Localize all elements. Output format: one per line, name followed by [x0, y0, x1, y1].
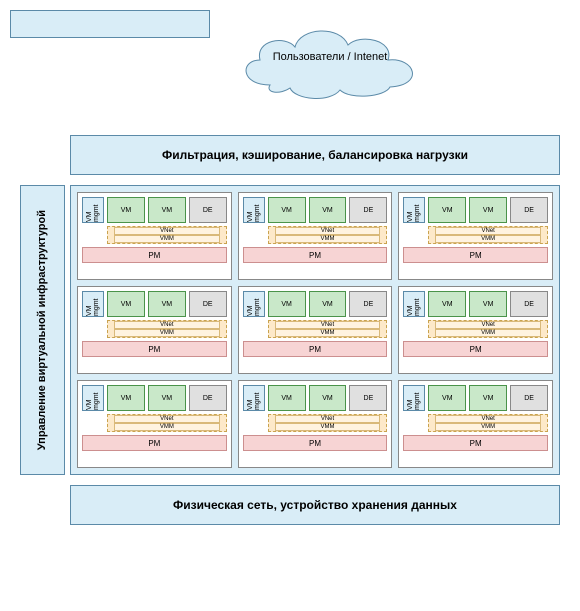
vnet-vmm: VNet VMM: [107, 320, 227, 338]
vnet-vmm: VNet VMM: [268, 414, 388, 432]
vm-box: VM: [268, 385, 306, 411]
vm-box: VM: [107, 291, 145, 317]
pm-box: VM mgmt VM VM DE VNet VMM PM: [238, 192, 393, 280]
vm-box: VM: [428, 385, 466, 411]
vnet-vmm: VNet VMM: [428, 414, 548, 432]
vmm-label: VMM: [275, 423, 381, 431]
vm-box: VM: [107, 197, 145, 223]
pm-box: VM mgmt VM VM DE VNet VMM PM: [77, 192, 232, 280]
vm-box: VM: [469, 197, 507, 223]
vmm-label: VMM: [275, 329, 381, 337]
vm-box: VM: [148, 291, 186, 317]
vnet-label: VNet: [435, 321, 541, 329]
pm-label: PM: [403, 247, 548, 263]
pm-label: PM: [243, 341, 388, 357]
pm-box: VM mgmt VM VM DE VNet VMM PM: [238, 286, 393, 374]
vm-box: VM: [469, 291, 507, 317]
pm-label: PM: [403, 341, 548, 357]
vnet-vmm: VNet VMM: [428, 226, 548, 244]
de-box: DE: [349, 385, 387, 411]
vmm-label: VMM: [275, 235, 381, 243]
pm-box: VM mgmt VM VM DE VNet VMM PM: [238, 380, 393, 468]
vm-box: VM: [469, 385, 507, 411]
legend-box: [10, 10, 210, 38]
vnet-label: VNet: [114, 415, 220, 423]
pm-grid: VM mgmt VM VM DE VNet VMM PM VM mgmt VM …: [70, 185, 560, 475]
pm-label: PM: [82, 435, 227, 451]
vnet-vmm: VNet VMM: [268, 320, 388, 338]
cloud-label: Пользователи / Intenet: [230, 51, 430, 63]
de-box: DE: [189, 291, 227, 317]
vm-box: VM: [148, 385, 186, 411]
vm-mgmt: VM mgmt: [403, 291, 425, 317]
vmm-label: VMM: [435, 423, 541, 431]
pm-box: VM mgmt VM VM DE VNet VMM PM: [398, 380, 553, 468]
pm-box: VM mgmt VM VM DE VNet VMM PM: [398, 286, 553, 374]
vm-mgmt: VM mgmt: [243, 385, 265, 411]
vm-mgmt: VM mgmt: [82, 385, 104, 411]
physical-network-storage-layer: Физическая сеть, устройство хранения дан…: [70, 485, 560, 525]
de-box: DE: [349, 197, 387, 223]
bottom-label: Физическая сеть, устройство хранения дан…: [173, 498, 457, 512]
vmm-label: VMM: [114, 235, 220, 243]
de-box: DE: [510, 291, 548, 317]
vm-box: VM: [309, 385, 347, 411]
vm-box: VM: [268, 291, 306, 317]
vmm-label: VMM: [114, 423, 220, 431]
de-box: DE: [189, 197, 227, 223]
de-box: DE: [510, 385, 548, 411]
pm-label: PM: [82, 247, 227, 263]
left-label: Управление виртуальной инфраструктурой: [36, 210, 49, 450]
vm-mgmt: VM mgmt: [243, 197, 265, 223]
pm-label: PM: [82, 341, 227, 357]
vnet-vmm: VNet VMM: [428, 320, 548, 338]
vm-box: VM: [309, 291, 347, 317]
vm-mgmt: VM mgmt: [403, 197, 425, 223]
vnet-label: VNet: [435, 227, 541, 235]
vnet-label: VNet: [435, 415, 541, 423]
vnet-label: VNet: [275, 321, 381, 329]
vnet-vmm: VNet VMM: [107, 226, 227, 244]
vm-mgmt: VM mgmt: [403, 385, 425, 411]
vm-box: VM: [428, 197, 466, 223]
vm-box: VM: [268, 197, 306, 223]
vm-mgmt: VM mgmt: [82, 197, 104, 223]
vmm-label: VMM: [435, 235, 541, 243]
de-box: DE: [349, 291, 387, 317]
vm-box: VM: [309, 197, 347, 223]
pm-label: PM: [403, 435, 548, 451]
filter-cache-balance-layer: Фильтрация, кэширование, балансировка на…: [70, 135, 560, 175]
vm-mgmt: VM mgmt: [82, 291, 104, 317]
vnet-label: VNet: [114, 321, 220, 329]
vm-mgmt: VM mgmt: [243, 291, 265, 317]
vnet-label: VNet: [275, 415, 381, 423]
pm-box: VM mgmt VM VM DE VNet VMM PM: [77, 286, 232, 374]
vm-box: VM: [428, 291, 466, 317]
vmm-label: VMM: [435, 329, 541, 337]
vmm-label: VMM: [114, 329, 220, 337]
virtual-infra-mgmt-layer: Управление виртуальной инфраструктурой: [20, 185, 65, 475]
vnet-vmm: VNet VMM: [268, 226, 388, 244]
de-box: DE: [189, 385, 227, 411]
pm-label: PM: [243, 247, 388, 263]
vnet-label: VNet: [114, 227, 220, 235]
de-box: DE: [510, 197, 548, 223]
vnet-label: VNet: [275, 227, 381, 235]
vnet-vmm: VNet VMM: [107, 414, 227, 432]
pm-label: PM: [243, 435, 388, 451]
top-label: Фильтрация, кэширование, балансировка на…: [162, 148, 468, 162]
cloud: Пользователи / Intenet: [230, 15, 430, 105]
vm-box: VM: [148, 197, 186, 223]
pm-box: VM mgmt VM VM DE VNet VMM PM: [77, 380, 232, 468]
vm-box: VM: [107, 385, 145, 411]
pm-box: VM mgmt VM VM DE VNet VMM PM: [398, 192, 553, 280]
